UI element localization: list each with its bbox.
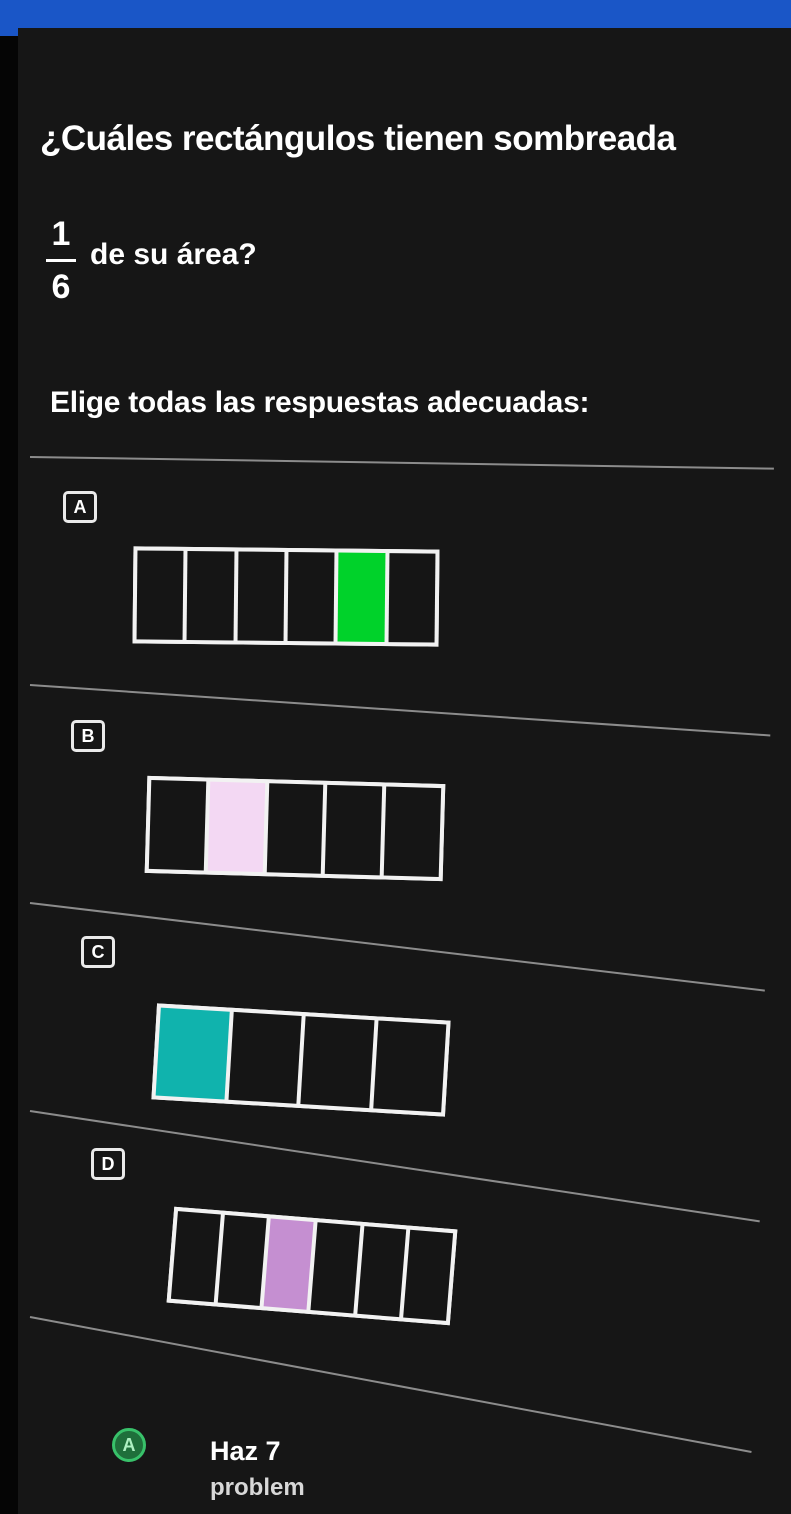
empty-cell <box>388 553 436 643</box>
option-d-letter[interactable]: D <box>91 1148 125 1180</box>
shaded-cell <box>155 1007 230 1100</box>
option-letter-label: D <box>101 1153 115 1174</box>
shaded-cell <box>337 552 386 643</box>
fraction: 1 6 <box>46 217 76 304</box>
empty-cell <box>357 1226 407 1318</box>
empty-cell <box>403 1229 454 1321</box>
fraction-numerator: 1 <box>51 214 71 253</box>
empty-cell <box>217 1214 268 1306</box>
empty-cell <box>148 779 207 871</box>
empty-cell <box>310 1222 361 1314</box>
option-c-letter[interactable]: C <box>81 936 115 968</box>
option-b-letter[interactable]: B <box>71 720 105 752</box>
question-tail: de su área? <box>90 238 257 271</box>
footer-subtitle: problem <box>210 1474 305 1501</box>
empty-cell <box>228 1011 302 1104</box>
empty-cell <box>237 551 285 641</box>
empty-cell <box>300 1016 374 1109</box>
shaded-cell <box>263 1218 314 1310</box>
empty-cell <box>383 786 442 878</box>
option-letter-label: B <box>81 725 95 746</box>
empty-cell <box>266 783 324 874</box>
footer-title: Haz 7 <box>210 1436 281 1466</box>
option-a-rectangle[interactable] <box>132 546 440 647</box>
empty-cell <box>372 1020 447 1113</box>
empty-cell <box>287 552 335 642</box>
empty-cell <box>136 550 184 640</box>
option-c-rectangle[interactable] <box>151 1003 451 1117</box>
option-b-rectangle[interactable] <box>144 775 446 882</box>
fraction-denominator: 6 <box>51 267 71 306</box>
fraction-bar <box>46 258 76 262</box>
question-fraction-row: 1 6 de su área? <box>46 200 257 320</box>
shaded-cell <box>207 781 265 873</box>
empty-cell <box>186 550 235 641</box>
empty-cell <box>325 784 383 876</box>
option-a-letter[interactable]: A <box>63 491 97 523</box>
check-circle-icon: A <box>112 1428 146 1462</box>
question-text: ¿Cuáles rectángulos tienen sombreada <box>40 119 676 158</box>
empty-cell <box>170 1211 221 1303</box>
option-letter-label: A <box>73 496 87 517</box>
option-letter-label: C <box>91 941 105 962</box>
footer-icon-glyph: A <box>122 1434 136 1455</box>
instruction-text: Elige todas las respuestas adecuadas: <box>50 386 590 419</box>
